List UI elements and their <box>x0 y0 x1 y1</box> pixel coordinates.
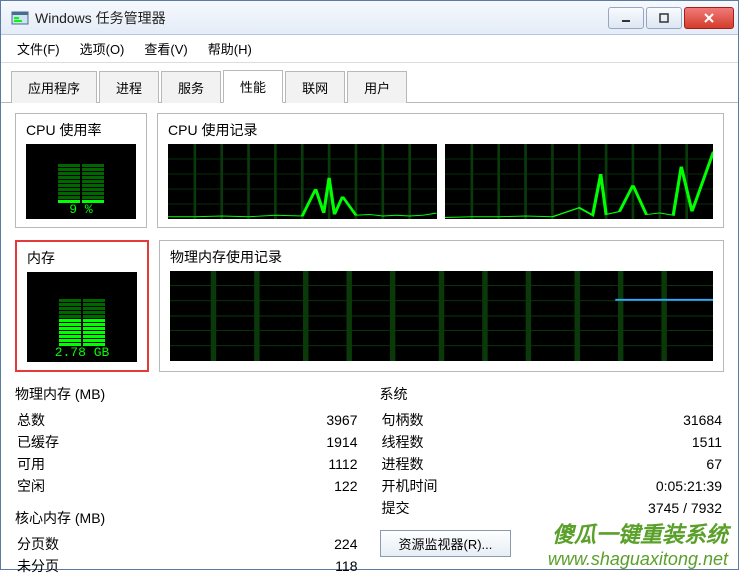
window-frame: Windows 任务管理器 文件(F) 选项(O) 查看(V) 帮助(H) 应用… <box>0 0 739 570</box>
menu-view[interactable]: 查看(V) <box>134 36 197 61</box>
table-row: 可用1112 <box>17 454 358 474</box>
cpu-history-chart-1 <box>168 144 437 219</box>
cpu-gauge-display: 9 % <box>26 144 136 219</box>
app-icon <box>11 9 29 27</box>
system-title: 系统 <box>380 384 725 404</box>
kernelmem-title: 核心内存 (MB) <box>15 508 360 528</box>
table-row: 句柄数31684 <box>382 410 723 430</box>
table-row: 提交3745 / 7932 <box>382 498 723 518</box>
table-row: 未分页118 <box>17 556 358 576</box>
window-buttons <box>606 7 734 29</box>
tab-users[interactable]: 用户 <box>347 71 407 103</box>
physmem-table: 总数3967 已缓存1914 可用1112 空闲122 <box>15 408 360 498</box>
system-stats: 系统 句柄数31684 线程数1511 进程数67 开机时间0:05:21:39… <box>380 384 725 578</box>
menu-help[interactable]: 帮助(H) <box>198 36 262 61</box>
tab-performance[interactable]: 性能 <box>223 70 283 103</box>
table-row: 开机时间0:05:21:39 <box>382 476 723 496</box>
window-title: Windows 任务管理器 <box>35 8 606 28</box>
tab-processes[interactable]: 进程 <box>99 71 159 103</box>
memory-history-label: 物理内存使用记录 <box>170 247 713 267</box>
cpu-usage-label: CPU 使用率 <box>26 120 136 140</box>
resource-monitor-button[interactable]: 资源监视器(R)... <box>380 530 512 557</box>
memory-gauge-display: 2.78 GB <box>27 272 137 362</box>
maximize-button[interactable] <box>646 7 682 29</box>
system-table: 句柄数31684 线程数1511 进程数67 开机时间0:05:21:39 提交… <box>380 408 725 520</box>
close-button[interactable] <box>684 7 734 29</box>
menu-file[interactable]: 文件(F) <box>7 36 70 61</box>
table-row: 线程数1511 <box>382 432 723 452</box>
tab-applications[interactable]: 应用程序 <box>11 71 97 103</box>
tabbar: 应用程序 进程 服务 性能 联网 用户 <box>1 63 738 103</box>
menubar: 文件(F) 选项(O) 查看(V) 帮助(H) <box>1 35 738 63</box>
performance-panel: CPU 使用率 9 % CPU 使用记录 <box>1 103 738 588</box>
cpu-history-label: CPU 使用记录 <box>168 120 713 140</box>
table-row: 分页数224 <box>17 534 358 554</box>
cpu-history-chart-2 <box>445 144 714 219</box>
table-row: 总数3967 <box>17 410 358 430</box>
tab-services[interactable]: 服务 <box>161 71 221 103</box>
kernelmem-table: 分页数224 未分页118 <box>15 532 360 578</box>
menu-options[interactable]: 选项(O) <box>70 36 135 61</box>
memory-history-chart <box>170 271 713 361</box>
cpu-usage-value: 9 % <box>69 202 92 217</box>
memory-history-panel: 物理内存使用记录 <box>159 240 724 372</box>
minimize-button[interactable] <box>608 7 644 29</box>
titlebar[interactable]: Windows 任务管理器 <box>1 1 738 35</box>
table-row: 已缓存1914 <box>17 432 358 452</box>
table-row: 空闲122 <box>17 476 358 496</box>
memory-gauge-label: 内存 <box>27 248 137 268</box>
cpu-history-panel: CPU 使用记录 <box>157 113 724 228</box>
table-row: 进程数67 <box>382 454 723 474</box>
memory-gauge-value: 2.78 GB <box>55 345 110 360</box>
memory-gauge: 内存 2.78 GB <box>15 240 149 372</box>
physmem-title: 物理内存 (MB) <box>15 384 360 404</box>
physical-memory-stats: 物理内存 (MB) 总数3967 已缓存1914 可用1112 空闲122 核心… <box>15 384 360 578</box>
cpu-usage-gauge: CPU 使用率 9 % <box>15 113 147 228</box>
tab-networking[interactable]: 联网 <box>285 71 345 103</box>
